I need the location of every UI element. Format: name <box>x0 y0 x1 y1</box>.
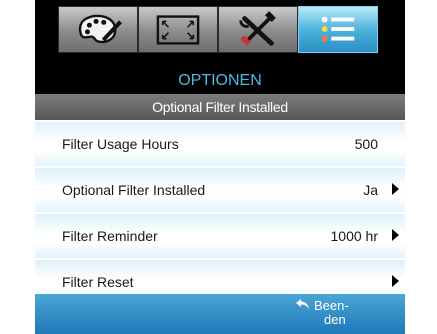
footer-bar <box>35 294 405 334</box>
tools-icon <box>239 11 276 46</box>
exit-label-line1: Been- <box>314 298 349 313</box>
row-filter-reminder[interactable]: Filter Reminder 1000 hr <box>35 214 405 258</box>
row-label: Filter Reset <box>62 274 134 290</box>
tab-setup[interactable] <box>218 6 298 53</box>
row-value: 1000 hr <box>330 228 378 244</box>
menu-tab-bar <box>35 0 405 59</box>
exit-label-line2: den <box>324 312 346 327</box>
screen-resize-icon <box>156 15 200 45</box>
chevron-right-icon <box>392 275 399 287</box>
settings-list: Filter Usage Hours 500 Optional Filter I… <box>35 122 405 306</box>
exit-button[interactable]: Been- den <box>296 298 349 327</box>
row-value: 500 <box>354 136 378 152</box>
row-value: Ja <box>363 182 378 198</box>
row-optional-filter-installed[interactable]: Optional Filter Installed Ja <box>35 168 405 212</box>
list-options-icon <box>321 16 355 42</box>
chevron-right-icon <box>392 229 399 241</box>
return-arrow-icon <box>296 299 309 309</box>
row-label: Filter Usage Hours <box>62 136 179 152</box>
tab-display[interactable] <box>138 6 218 53</box>
submenu-title: Optional Filter Installed <box>35 94 405 120</box>
row-label: Optional Filter Installed <box>62 182 206 198</box>
menu-title: OPTIONEN <box>35 59 405 94</box>
tab-image[interactable] <box>58 6 138 53</box>
palette-icon <box>78 14 122 44</box>
row-label: Filter Reminder <box>62 228 158 244</box>
tab-options[interactable] <box>298 6 378 53</box>
chevron-right-icon <box>392 183 399 195</box>
row-filter-usage-hours[interactable]: Filter Usage Hours 500 <box>35 122 405 166</box>
menu-footer: Been- den <box>35 294 405 334</box>
